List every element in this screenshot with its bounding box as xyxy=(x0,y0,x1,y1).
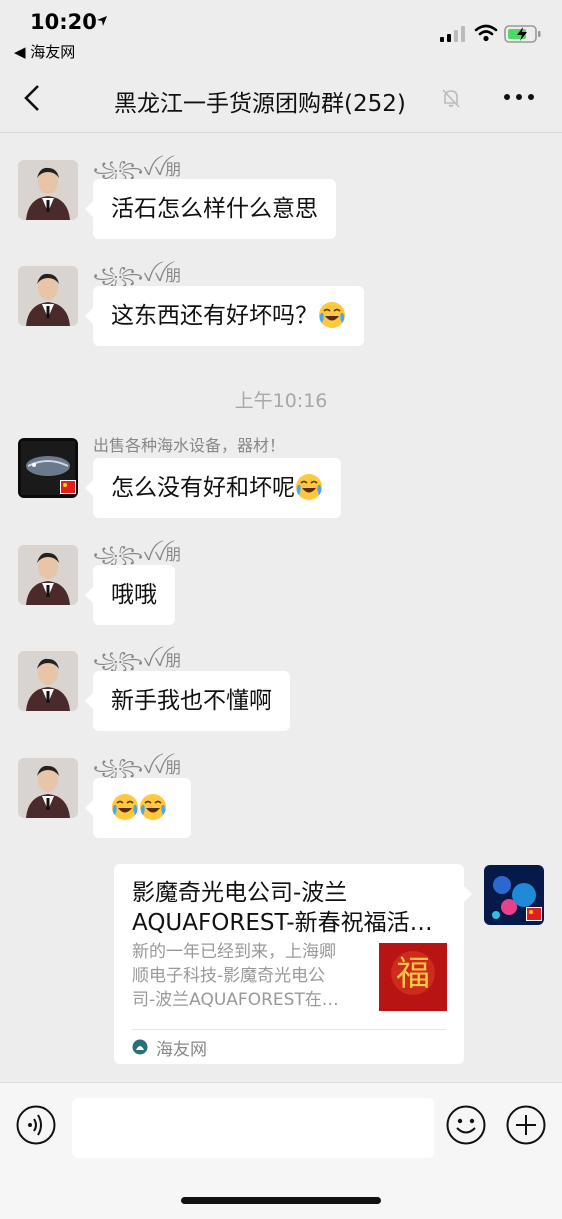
source-logo-icon xyxy=(132,1039,148,1055)
crying-laughing-emoji-icon xyxy=(112,793,138,820)
signal-icon xyxy=(440,26,465,42)
message-text: 哦哦 xyxy=(111,582,157,608)
more-options-icon[interactable] xyxy=(502,90,536,104)
card-desc-line: 司-波兰AQUAFOREST在… xyxy=(132,990,339,1010)
message-text: 活石怎么样什么意思 xyxy=(111,196,318,222)
add-icon[interactable] xyxy=(506,1105,546,1145)
card-thumbnail: 福 xyxy=(379,943,447,1011)
message-text: 这东西还有好坏吗？ xyxy=(111,303,318,329)
back-to-app-link[interactable]: ◀ 海友网 xyxy=(14,41,75,62)
avatar[interactable] xyxy=(18,651,78,711)
crying-laughing-emoji-icon xyxy=(319,301,345,328)
chat-title: 黑龙江一手货源团购群(252) xyxy=(114,91,406,117)
avatar[interactable] xyxy=(18,758,78,818)
card-title-line: AQUAFOREST-新春祝福活… xyxy=(132,910,433,936)
avatar[interactable] xyxy=(18,266,78,326)
status-time: 10:20 xyxy=(30,10,97,34)
card-desc-line: 新的一年已经到来，上海卿 xyxy=(132,942,336,962)
message-bubble[interactable]: 活石怎么样什么意思 xyxy=(85,179,336,239)
crying-laughing-emoji-icon xyxy=(140,793,166,820)
message-bubble[interactable]: 哦哦 xyxy=(85,565,175,625)
card-title-line: 影魔奇光电公司-波兰 xyxy=(132,880,348,906)
message-text: 怎么没有好和坏呢 xyxy=(111,475,295,501)
location-arrow-icon xyxy=(97,16,107,26)
my-avatar[interactable] xyxy=(484,865,544,925)
message-bubble[interactable] xyxy=(85,778,191,838)
wifi-icon xyxy=(474,24,498,42)
shared-link-card[interactable]: 影魔奇光电公司-波兰 AQUAFOREST-新春祝福活… 新的一年已经到来，上海… xyxy=(114,864,472,1064)
message-bubble[interactable]: 新手我也不懂啊 xyxy=(85,671,290,731)
back-chevron-icon[interactable] xyxy=(22,84,42,112)
card-title: 影魔奇光电公司-波兰 AQUAFOREST-新春祝福活… xyxy=(132,878,450,938)
status-bar: 10:20 ◀ 海友网 xyxy=(0,0,562,64)
crying-laughing-emoji-icon xyxy=(296,473,322,500)
avatar[interactable] xyxy=(18,160,78,220)
mute-bell-icon xyxy=(442,89,460,108)
message-bubble[interactable]: 怎么没有好和坏呢 xyxy=(85,458,341,518)
voice-input-icon[interactable] xyxy=(16,1105,56,1145)
input-bar xyxy=(0,1082,562,1219)
sender-name: 出售各种海水设备，器材！ xyxy=(93,436,286,455)
card-desc-line: 顺电子科技-影魔奇光电公 xyxy=(132,966,326,986)
message-input[interactable] xyxy=(72,1098,434,1158)
emoji-icon[interactable] xyxy=(446,1105,486,1145)
card-thumbnail-text: 福 xyxy=(396,954,430,994)
message-bubble[interactable]: 这东西还有好坏吗？ xyxy=(85,286,364,346)
avatar[interactable] xyxy=(18,438,78,498)
avatar[interactable] xyxy=(18,545,78,605)
card-description: 新的一年已经到来，上海卿 顺电子科技-影魔奇光电公 司-波兰AQUAFOREST… xyxy=(132,940,364,1012)
message-text: 新手我也不懂啊 xyxy=(111,688,272,714)
card-source: 海友网 xyxy=(156,1040,207,1060)
home-indicator[interactable] xyxy=(181,1197,381,1204)
battery-icon xyxy=(504,25,541,43)
chat-header: 黑龙江一手货源团购群(252) xyxy=(0,64,562,133)
divider xyxy=(132,1029,446,1030)
message-timestamp: 上午10:16 xyxy=(234,390,328,412)
